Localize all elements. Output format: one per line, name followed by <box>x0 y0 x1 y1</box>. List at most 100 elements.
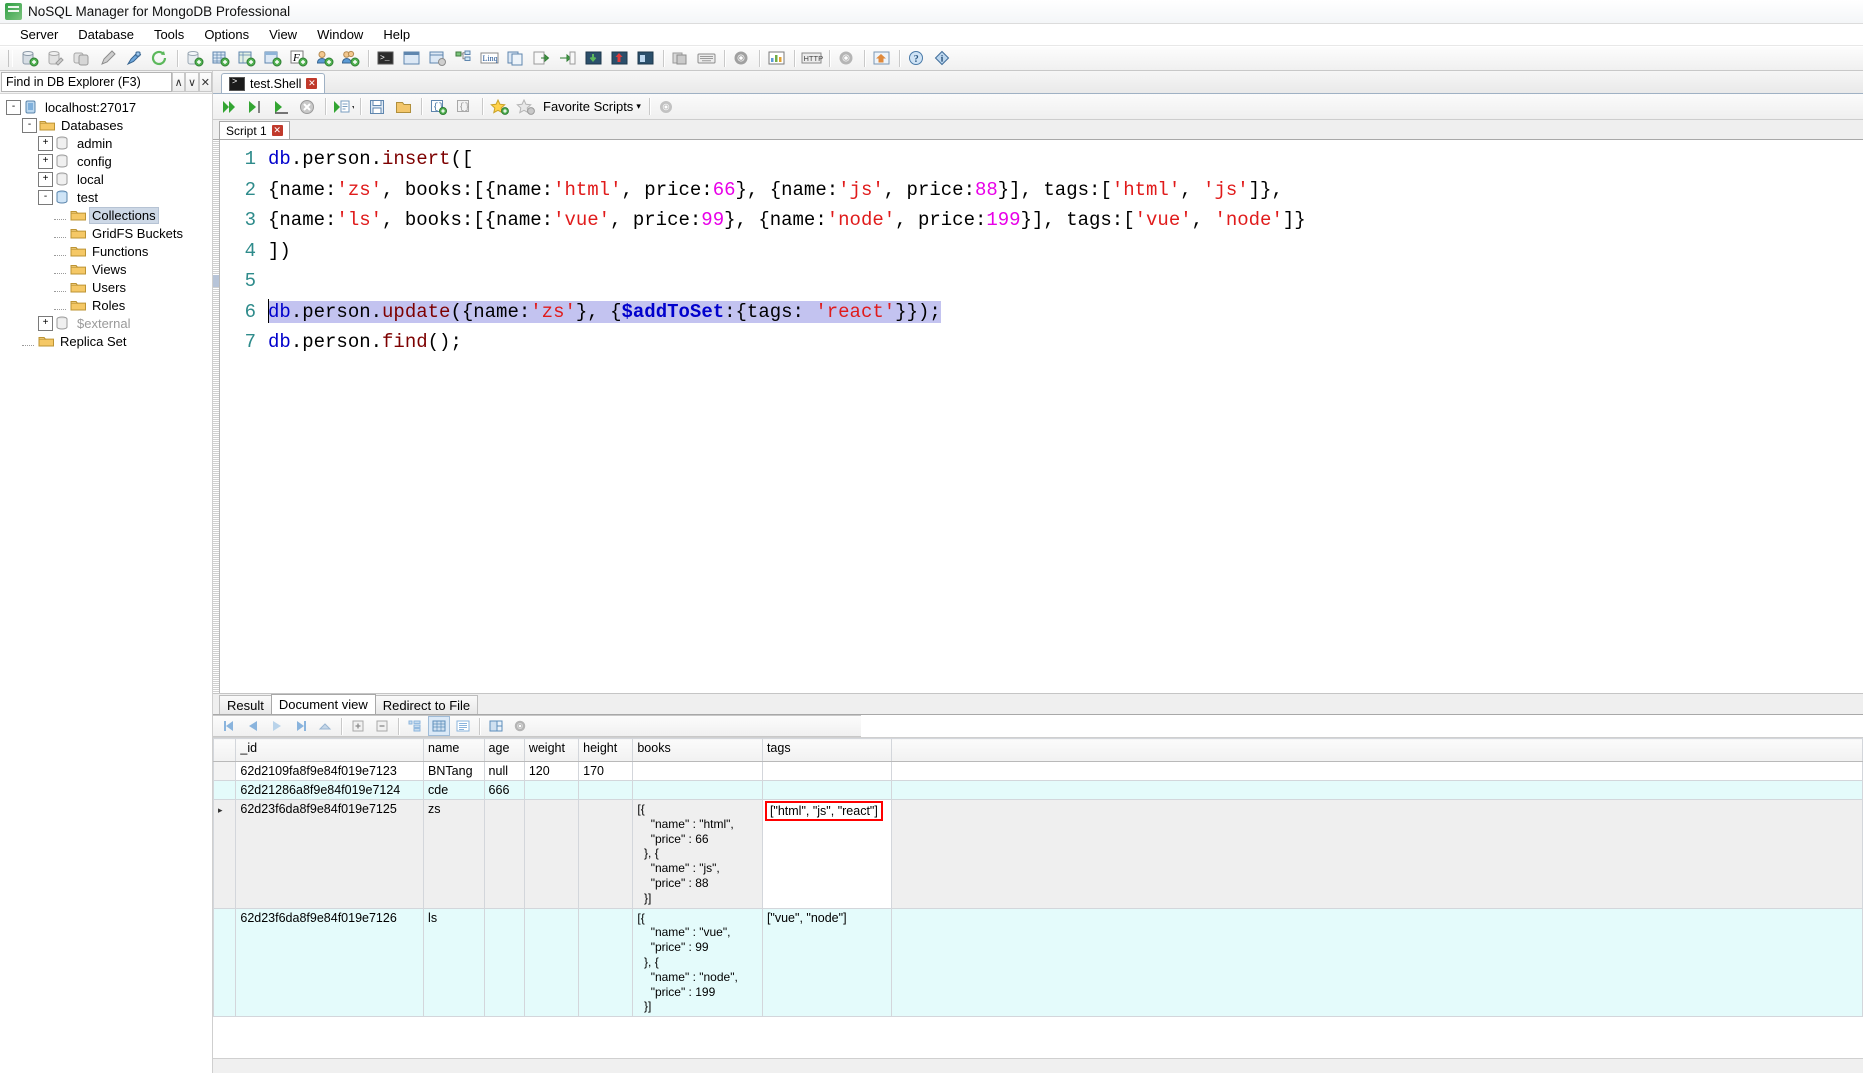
toolbar-grip[interactable] <box>8 49 13 67</box>
tree-node-external[interactable]: + $external <box>6 314 212 332</box>
cell-books[interactable]: [{ "name" : "vue", "price" : 99 }, { "na… <box>632 907 763 1018</box>
next-record-icon[interactable] <box>266 716 288 736</box>
tab-document-view[interactable]: Document view <box>270 694 376 714</box>
cell-height[interactable]: 170 <box>578 761 634 781</box>
linq-icon[interactable]: Linq <box>478 47 502 69</box>
table-row[interactable]: 62d2109fa8f9e84f019e7123 BNTang null 120 170 <box>213 761 1863 781</box>
tree-node-collections[interactable]: Collections <box>6 206 212 224</box>
expand-toggle-icon[interactable]: + <box>38 153 53 169</box>
split-view-icon[interactable] <box>485 716 507 736</box>
comment-braces-icon[interactable]: {} <box>453 96 477 118</box>
tree-node-functions[interactable]: Functions <box>6 242 212 260</box>
grid-settings-icon[interactable] <box>509 716 531 736</box>
connect-plug-icon[interactable] <box>122 47 146 69</box>
new-table-icon[interactable] <box>209 47 233 69</box>
table-row[interactable]: 62d23f6da8f9e84f019e7126 ls [{ "name" : "v… <box>213 907 1863 1018</box>
cell-height[interactable] <box>578 780 634 800</box>
delete-record-icon[interactable] <box>371 716 393 736</box>
column-header-name[interactable]: name <box>423 738 485 762</box>
collapse-toggle-icon[interactable]: - <box>22 117 37 133</box>
cell-books[interactable] <box>632 780 763 800</box>
add-record-icon[interactable] <box>347 716 369 736</box>
column-header-tags[interactable]: tags <box>761 738 892 762</box>
format-braces-icon[interactable]: {} <box>427 96 451 118</box>
column-header-age[interactable]: age <box>483 738 525 762</box>
code-text-area[interactable]: 1 db.person.insert([2 {name:'zs', books:[{… <box>220 140 1863 693</box>
collapse-icon[interactable] <box>314 716 336 736</box>
restore-db-icon[interactable] <box>634 47 658 69</box>
tree-node-local[interactable]: + local <box>6 170 212 188</box>
tree-view-icon[interactable] <box>404 716 426 736</box>
collapse-toggle-icon[interactable]: - <box>38 189 53 205</box>
first-record-icon[interactable] <box>218 716 240 736</box>
code-editor[interactable]: 1 db.person.insert([2 {name:'zs', books:[{… <box>213 140 1863 694</box>
close-icon[interactable]: ✕ <box>271 125 283 136</box>
documents-icon[interactable] <box>504 47 528 69</box>
code-line[interactable]: 7 db.person.find(); <box>220 327 1863 358</box>
tree-node-users[interactable]: Users <box>6 278 212 296</box>
cell-name[interactable]: ls <box>423 907 485 1018</box>
expand-toggle-icon[interactable]: + <box>38 135 53 151</box>
stop-icon[interactable] <box>296 96 320 118</box>
tree-diagram-icon[interactable] <box>452 47 476 69</box>
save-script-icon[interactable] <box>366 96 390 118</box>
cell-height[interactable] <box>578 799 634 909</box>
column-header-id[interactable]: _id <box>235 738 425 762</box>
new-user-icon[interactable] <box>313 47 337 69</box>
code-line[interactable]: 2 {name:'zs', books:[{name:'html', price:… <box>220 175 1863 206</box>
tab-redirect-to-file[interactable]: Redirect to File <box>374 695 479 714</box>
new-role-icon[interactable] <box>339 47 363 69</box>
close-icon[interactable]: ✕ <box>306 78 318 89</box>
tree-node-roles[interactable]: Roles <box>6 296 212 314</box>
find-close-button[interactable]: ✕ <box>198 72 212 92</box>
cell-age[interactable] <box>483 799 525 909</box>
find-input[interactable] <box>1 72 172 92</box>
menu-item-window[interactable]: Window <box>307 25 373 44</box>
cell-id[interactable]: 62d23f6da8f9e84f019e7126 <box>235 907 425 1018</box>
run-all-icon[interactable] <box>218 96 242 118</box>
shell-console-icon[interactable]: >_ <box>374 47 398 69</box>
cell-tags[interactable] <box>761 780 892 800</box>
column-header-books[interactable]: books <box>632 738 763 762</box>
menu-item-help[interactable]: Help <box>373 25 420 44</box>
keyboard-icon[interactable] <box>695 47 719 69</box>
table-row[interactable]: 62d21286a8f9e84f019e7124 cde 666 <box>213 780 1863 800</box>
cell-id[interactable]: 62d21286a8f9e84f019e7124 <box>235 780 425 800</box>
row-indicator-cell[interactable] <box>213 761 237 781</box>
code-line[interactable]: 3 {name:'ls', books:[{name:'vue', price:9… <box>220 205 1863 236</box>
cell-age[interactable]: 666 <box>483 780 525 800</box>
copy-database-icon[interactable] <box>70 47 94 69</box>
import-icon[interactable] <box>556 47 580 69</box>
cell-id[interactable]: 62d23f6da8f9e84f019e7125 <box>235 799 425 909</box>
code-line[interactable]: 6 db.person.update({name:'zs'}, {$addToSe… <box>220 297 1863 328</box>
cell-tags[interactable]: ["html", "js", "react"] <box>761 799 892 909</box>
tree-node-test[interactable]: - test <box>6 188 212 206</box>
info-icon[interactable]: i <box>931 47 955 69</box>
column-header-height[interactable]: height <box>578 738 634 762</box>
export-icon[interactable] <box>530 47 554 69</box>
code-line[interactable]: 1 db.person.insert([ <box>220 144 1863 175</box>
new-index-icon[interactable] <box>235 47 259 69</box>
cell-name[interactable]: BNTang <box>423 761 485 781</box>
run-block-icon[interactable] <box>270 96 294 118</box>
tree-node-admin[interactable]: + admin <box>6 134 212 152</box>
cell-height[interactable] <box>578 907 634 1018</box>
cell-weight[interactable] <box>523 780 580 800</box>
new-function-icon[interactable]: F <box>287 47 311 69</box>
collapse-toggle-icon[interactable]: - <box>6 99 21 115</box>
http-icon[interactable]: HTTP <box>800 47 824 69</box>
table-row[interactable]: ▸ 62d23f6da8f9e84f019e7125 zs [{ "name" : "… <box>213 799 1863 909</box>
edit-pencil-icon[interactable] <box>96 47 120 69</box>
gear-icon[interactable] <box>655 96 679 118</box>
remove-favorite-icon[interactable] <box>514 96 538 118</box>
expand-toggle-icon[interactable]: + <box>38 171 53 187</box>
last-record-icon[interactable] <box>290 716 312 736</box>
expand-toggle-icon[interactable]: + <box>38 315 53 331</box>
menu-item-tools[interactable]: Tools <box>144 25 194 44</box>
tree-node-replica-set[interactable]: Replica Set <box>6 332 212 350</box>
help-icon[interactable]: ? <box>905 47 929 69</box>
gear-icon[interactable] <box>730 47 754 69</box>
table-view-icon[interactable] <box>428 716 450 736</box>
code-line[interactable]: 4]) <box>220 236 1863 267</box>
favorite-scripts-menu[interactable]: Favorite Scripts ▾ <box>539 99 645 114</box>
